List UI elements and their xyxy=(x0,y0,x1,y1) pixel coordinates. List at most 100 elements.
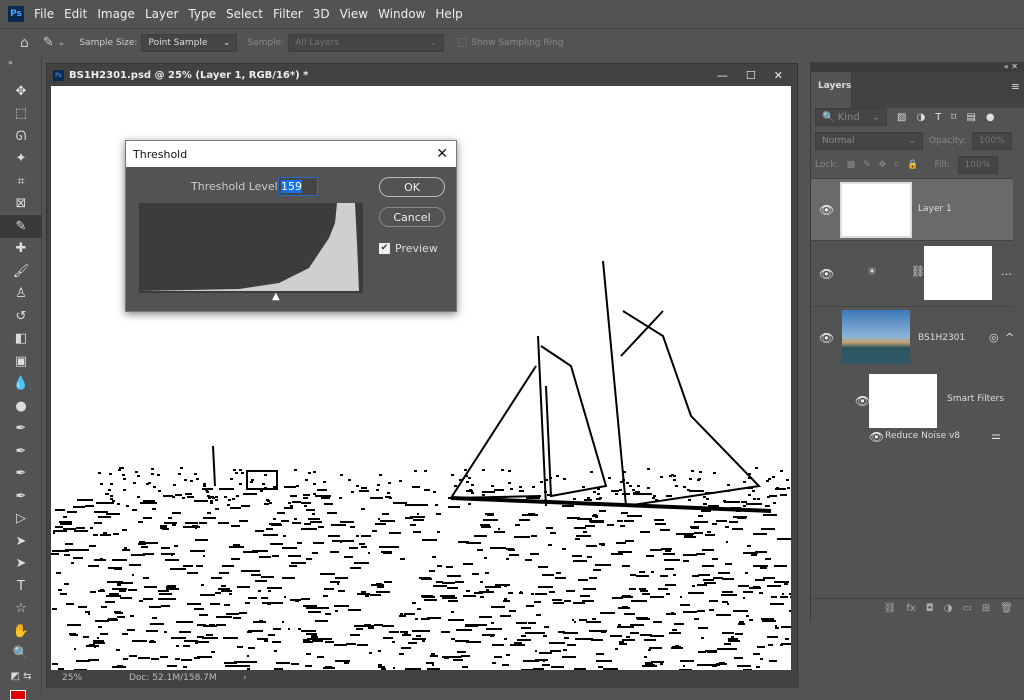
lock-transparent-icon[interactable]: ▩ xyxy=(847,160,856,170)
layer-row-layer-1[interactable]: 👁 Layer 1 xyxy=(811,178,1013,240)
lock-artboard-icon[interactable]: ⌗ xyxy=(894,160,899,170)
status-menu-arrow-icon[interactable]: › xyxy=(243,673,247,683)
content-aware-icon[interactable]: ✒ xyxy=(0,485,42,508)
filter-adjustment-icon[interactable]: ◑ xyxy=(916,112,925,123)
move-tool-icon[interactable]: ✥ xyxy=(0,80,42,103)
eyedropper-icon[interactable]: ✎ xyxy=(43,35,54,50)
filter-blending-options-icon[interactable]: ⚌ xyxy=(991,429,1001,442)
show-sampling-ring-label: Show Sampling Ring xyxy=(471,37,564,48)
menu-select[interactable]: Select xyxy=(226,7,263,21)
menu-window[interactable]: Window xyxy=(378,7,425,21)
visibility-eye-icon[interactable]: 👁 xyxy=(869,430,884,444)
maximize-icon[interactable]: ☐ xyxy=(746,69,756,82)
histogram xyxy=(139,203,363,293)
pen-tool-icon[interactable]: ✒ xyxy=(0,418,42,441)
hand-tool-icon[interactable]: ✋ xyxy=(0,620,42,643)
freeform-pen-icon[interactable]: ✒ xyxy=(0,440,42,463)
layer-thumbnail xyxy=(840,182,912,238)
layer-row-bs1h2301[interactable]: 👁 BS1H2301 ◎ ^ xyxy=(811,306,1014,372)
visibility-eye-icon[interactable]: 👁 xyxy=(819,331,834,345)
shape-tool-icon[interactable]: ☆ xyxy=(0,598,42,621)
tab-layers[interactable]: Layers xyxy=(811,72,851,108)
lock-position-icon[interactable]: ✥ xyxy=(879,160,887,170)
collapse-chevron-icon[interactable]: ^ xyxy=(1005,331,1014,344)
menu-file[interactable]: File xyxy=(34,7,54,21)
new-adjustment-icon[interactable]: ◑ xyxy=(944,603,953,620)
fill-input[interactable]: 100% xyxy=(957,156,998,174)
sample-label: Sample: xyxy=(247,37,285,48)
healing-brush-icon[interactable]: ✚ xyxy=(0,238,42,261)
filter-type-icon[interactable]: T xyxy=(935,112,941,123)
visibility-eye-icon[interactable]: 👁 xyxy=(819,267,834,281)
new-layer-icon[interactable]: ⊞ xyxy=(982,603,990,620)
lasso-tool-icon[interactable]: ᘏ xyxy=(0,125,42,148)
fx-icon[interactable]: fx xyxy=(906,603,915,620)
close-icon[interactable]: ✕ xyxy=(774,69,783,82)
menu-edit[interactable]: Edit xyxy=(64,7,87,21)
document-tab[interactable]: Ps BS1H2301.psd @ 25% (Layer 1, RGB/16*)… xyxy=(47,64,797,86)
filter-shape-icon[interactable]: ⌑ xyxy=(951,112,956,123)
expand-toolbar-icon[interactable]: » xyxy=(0,56,41,80)
home-icon[interactable]: ⌂ xyxy=(20,35,29,51)
sample-size-select[interactable]: Point Sample ⌄ xyxy=(141,33,238,52)
filter-pixel-icon[interactable]: ▨ xyxy=(897,112,906,123)
layer-row-adjustment[interactable]: 👁 ☀ ⛓ … xyxy=(811,240,1013,306)
filter-toggle-icon[interactable]: ● xyxy=(986,112,995,123)
history-brush-icon[interactable]: ↺ xyxy=(0,305,42,328)
preview-checkbox[interactable]: ✔ xyxy=(379,243,390,254)
dialog-title: Threshold xyxy=(133,147,188,161)
zoom-tool-icon[interactable]: 🔍 xyxy=(0,643,42,666)
link-layers-icon[interactable]: ⛓ xyxy=(884,603,897,620)
menu-filter[interactable]: Filter xyxy=(273,7,303,21)
tool-preset-chevron-icon[interactable]: ⌄ xyxy=(58,38,66,48)
lock-pixels-icon[interactable]: ✎ xyxy=(863,160,871,170)
menu-help[interactable]: Help xyxy=(435,7,462,21)
show-sampling-ring-checkbox[interactable] xyxy=(458,38,468,47)
visibility-eye-icon[interactable]: 👁 xyxy=(819,203,834,217)
direct-selection-icon[interactable]: ➤ xyxy=(0,530,42,553)
magic-wand-icon[interactable]: ✦ xyxy=(0,148,42,171)
menu-type[interactable]: Type xyxy=(188,7,216,21)
lock-all-icon[interactable]: 🔒 xyxy=(907,160,918,170)
ok-button[interactable]: OK xyxy=(379,177,445,197)
filter-row-reduce-noise[interactable]: 👁 Reduce Noise v8 ⚌ xyxy=(811,428,1013,446)
tools-panel: » ✥ ⬚ ᘏ ✦ ⌗ ⊠ ✎ ✚ 🖌 ♙ ↺ ◧ ▣ 💧 ● ✒ ✒ ✒ ✒ … xyxy=(0,56,42,700)
blend-mode-select[interactable]: Normal ⌄ xyxy=(815,132,923,150)
menu-view[interactable]: View xyxy=(340,7,368,21)
threshold-slider-handle[interactable]: ▲ xyxy=(272,291,280,302)
add-mask-icon[interactable]: ◘ xyxy=(926,603,934,620)
panel-menu-icon[interactable]: ≡ xyxy=(1011,80,1020,93)
arrow-tool-icon[interactable]: ➤ xyxy=(0,553,42,576)
sample-select[interactable]: All Layers ⌄ xyxy=(288,33,445,52)
layer-filter-select[interactable]: 🔍 Kind ⌄ xyxy=(815,108,887,126)
blur-tool-icon[interactable]: 💧 xyxy=(0,373,42,396)
cancel-button[interactable]: Cancel xyxy=(379,207,445,227)
crop-tool-icon[interactable]: ⌗ xyxy=(0,170,42,193)
gradient-tool-icon[interactable]: ▣ xyxy=(0,350,42,373)
eyedropper-tool-icon[interactable]: ✎ xyxy=(0,215,42,238)
smart-filters-row[interactable]: 👁 Smart Filters xyxy=(811,372,1013,428)
brush-tool-icon[interactable]: 🖌 xyxy=(0,260,42,283)
opacity-input[interactable]: 100% xyxy=(972,132,1012,150)
visibility-eye-icon[interactable]: 👁 xyxy=(855,394,870,408)
new-group-icon[interactable]: ▭ xyxy=(962,603,971,620)
eraser-tool-icon[interactable]: ◧ xyxy=(0,328,42,351)
curvature-pen-icon[interactable]: ✒ xyxy=(0,463,42,486)
minimize-icon[interactable]: — xyxy=(717,69,728,82)
menu-image[interactable]: Image xyxy=(97,7,135,21)
zoom-level[interactable]: 25% xyxy=(62,673,82,683)
menu-3d[interactable]: 3D xyxy=(313,7,330,21)
path-selection-icon[interactable]: ▷ xyxy=(0,508,42,531)
clone-stamp-icon[interactable]: ♙ xyxy=(0,283,42,306)
delete-layer-icon[interactable]: 🗑 xyxy=(1000,603,1013,620)
type-tool-icon[interactable]: T xyxy=(0,575,42,598)
threshold-level-input[interactable]: 159 xyxy=(278,177,318,196)
dodge-tool-icon[interactable]: ● xyxy=(0,395,42,418)
marquee-tool-icon[interactable]: ⬚ xyxy=(0,103,42,126)
frame-tool-icon[interactable]: ⊠ xyxy=(0,193,42,216)
close-icon[interactable]: ✕ xyxy=(436,146,448,162)
panel-collapse-icon[interactable]: « ✕ xyxy=(811,62,1024,72)
swap-colors-icon[interactable]: ◩ ⇆ xyxy=(0,665,42,688)
menu-layer[interactable]: Layer xyxy=(145,7,178,21)
filter-smart-object-icon[interactable]: ▤ xyxy=(966,112,975,123)
